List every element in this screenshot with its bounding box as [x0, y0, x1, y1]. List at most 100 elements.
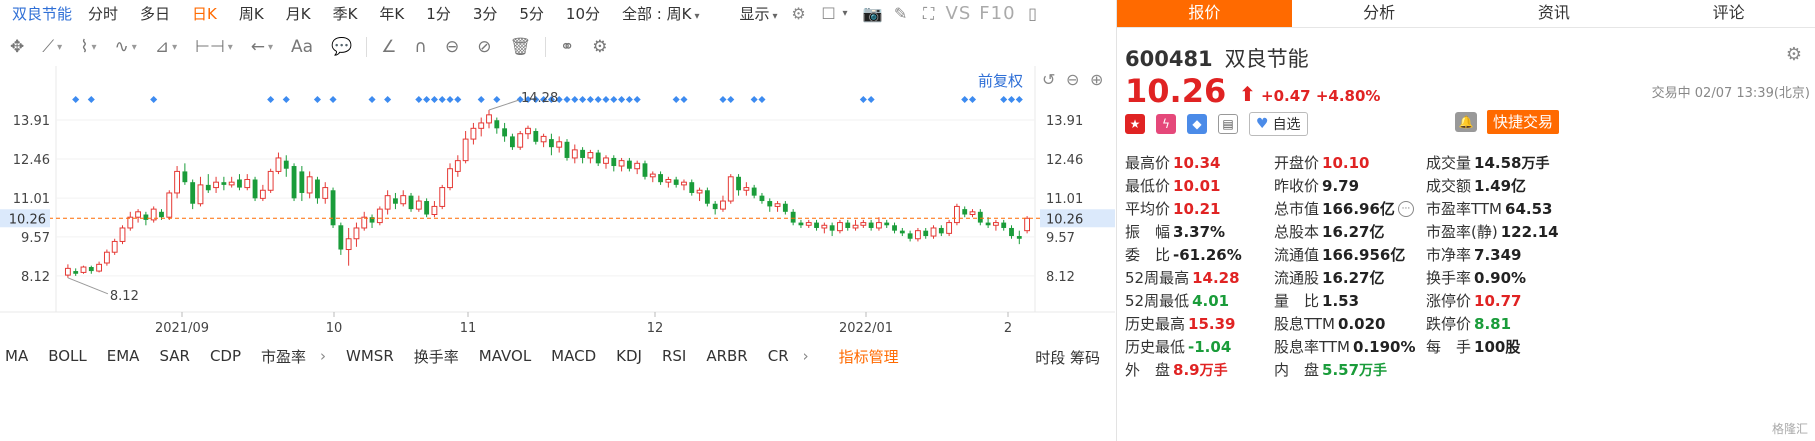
candle-body-up: [525, 127, 531, 135]
stats-row: 52周最低 4.01 量 比 1.53 涨停价 10.77: [1125, 289, 1815, 312]
indicator-item[interactable]: RSI: [662, 347, 686, 365]
magnet-icon[interactable]: ∩: [415, 37, 427, 57]
stat-label: 外 盘: [1125, 361, 1171, 379]
divider: [366, 37, 368, 57]
trash-icon[interactable]: 🗑: [509, 37, 531, 57]
chevron-right-icon[interactable]: ›: [803, 347, 809, 365]
zoom-in-icon[interactable]: ⊕: [1090, 70, 1103, 89]
polyline-tool-icon[interactable]: ⌇ ▾: [80, 37, 96, 57]
candle-body-down: [393, 198, 398, 204]
indicator-item[interactable]: EMA: [107, 347, 140, 365]
stat-value: -1.04: [1188, 337, 1232, 356]
angle-tool-icon[interactable]: ∠: [381, 37, 396, 57]
crosshair-move-icon[interactable]: ✥: [10, 37, 24, 57]
stat-label: 总股本: [1274, 223, 1320, 241]
period-tab[interactable]: 周K: [239, 3, 264, 24]
stat-cell: 总股本 16.27亿: [1274, 221, 1426, 242]
wave-tool-icon[interactable]: ∿ ▾: [115, 37, 137, 57]
tag-icon[interactable]: ◆: [1187, 114, 1207, 134]
quick-trade-button[interactable]: 快捷交易: [1487, 110, 1559, 134]
vs-button[interactable]: VS: [946, 3, 972, 24]
stat-label: 换手率: [1426, 269, 1472, 287]
candle-body-up: [361, 216, 368, 229]
candle-body-down: [814, 222, 819, 228]
more-icon[interactable]: ···: [1397, 200, 1414, 217]
bell-icon[interactable]: 🔔: [1455, 112, 1477, 132]
x-tick-label: 2022/01: [839, 321, 893, 336]
draw-settings-gear-icon[interactable]: ⚙: [592, 37, 607, 57]
period-tab[interactable]: 10分: [566, 3, 600, 24]
candle-body-down: [985, 222, 991, 226]
comment-icon[interactable]: 💬: [331, 37, 352, 57]
kline-svg[interactable]: 13.91 13.91 12.46 12.46 11.01 11.01 9.57 9.57 8.…: [0, 66, 1115, 336]
display-select[interactable]: 显示 ▾: [739, 3, 777, 24]
hide-icon[interactable]: ⊘: [477, 37, 491, 57]
indicator-item[interactable]: WMSR: [346, 347, 394, 365]
indicator-item[interactable]: 换手率: [414, 346, 459, 367]
candle-body-up: [135, 211, 142, 218]
stat-cell: 涨停价 10.77: [1426, 290, 1596, 311]
candle-body-up: [727, 176, 734, 202]
indicator-item[interactable]: KDJ: [616, 347, 642, 365]
add-watchlist-button[interactable]: ♥ 自选: [1249, 112, 1308, 136]
indicator-item[interactable]: MAVOL: [479, 347, 531, 365]
settings-gear-icon[interactable]: ⚙: [788, 3, 810, 25]
fib-tool-icon[interactable]: ⊿ ▾: [155, 37, 177, 57]
candle-body-down: [494, 120, 500, 129]
indicator-item[interactable]: MACD: [551, 347, 596, 365]
period-tab[interactable]: 1分: [426, 3, 451, 24]
period-tab[interactable]: 多日: [140, 3, 170, 24]
fullscreen-icon[interactable]: ⛶: [918, 3, 940, 25]
arrow-tool-icon[interactable]: ← ▾: [251, 37, 273, 57]
kline-chart[interactable]: 13.91 13.91 12.46 12.46 11.01 11.01 9.57 9.57 8.…: [0, 66, 1115, 336]
range-select[interactable]: 全部 : 周K ▾: [622, 3, 699, 24]
notes-icon[interactable]: ▤: [1218, 114, 1238, 134]
period-tab[interactable]: 3分: [473, 3, 498, 24]
period-tab[interactable]: 季K: [333, 3, 358, 24]
reset-icon[interactable]: ↺: [1042, 70, 1055, 89]
period-tab[interactable]: 分时: [88, 3, 118, 24]
candle-body-down: [1016, 236, 1022, 239]
quote-tab[interactable]: 分析: [1292, 0, 1467, 27]
candle-body-up: [556, 141, 563, 148]
indicator-item[interactable]: BOLL: [48, 347, 87, 365]
candle-body-down: [564, 141, 570, 158]
indicator-item[interactable]: CDP: [210, 347, 241, 365]
indicator-item[interactable]: CR: [768, 347, 789, 365]
candle-body-down: [892, 225, 897, 231]
period-tab[interactable]: 日K: [192, 3, 217, 24]
margin-trading-icon[interactable]: ϟ: [1156, 114, 1176, 134]
timing-chip-tabs[interactable]: 时段 筹码: [1035, 347, 1100, 368]
text-tool[interactable]: Aa: [291, 37, 313, 57]
camera-icon[interactable]: 📷: [862, 3, 884, 25]
lock-cycle-icon[interactable]: ⊖: [445, 37, 459, 57]
link-icon[interactable]: ⚭: [560, 37, 574, 57]
fuquan-button[interactable]: 前复权: [978, 70, 1023, 91]
quote-settings-gear-icon[interactable]: ⚙: [1786, 44, 1802, 65]
zoom-out-icon[interactable]: ⊖: [1066, 70, 1079, 89]
stat-cell: 最低价 10.01: [1125, 175, 1274, 196]
period-tab[interactable]: 5分: [519, 3, 544, 24]
indicator-manage-button[interactable]: 指标管理: [839, 346, 899, 367]
quote-tab[interactable]: 报价: [1117, 0, 1292, 27]
quote-tab[interactable]: 资讯: [1467, 0, 1642, 27]
indicator-item[interactable]: MA: [5, 347, 28, 365]
indicator-item[interactable]: ARBR: [706, 347, 747, 365]
indicator-item[interactable]: SAR: [159, 347, 189, 365]
measure-tool-icon[interactable]: ⊢⊣ ▾: [195, 37, 233, 57]
quote-tab[interactable]: 评论: [1641, 0, 1815, 27]
stock-name-tab[interactable]: 双良节能: [12, 3, 72, 24]
sidebar-toggle-icon[interactable]: ▯: [1022, 3, 1044, 25]
square-outline-icon[interactable]: ☐: [818, 3, 840, 25]
pencil-icon[interactable]: ✎: [890, 3, 912, 25]
chevron-right-icon[interactable]: ›: [320, 347, 326, 365]
indicator-item[interactable]: 市盈率: [261, 346, 306, 367]
stat-value: 166.96亿: [1322, 200, 1395, 218]
period-tab[interactable]: 月K: [286, 3, 311, 24]
candle-body-up: [478, 122, 485, 129]
f10-button[interactable]: F10: [979, 3, 1015, 24]
candle-body-up: [119, 227, 126, 242]
price-change: ⬆ +0.47 +4.80%: [1239, 82, 1380, 106]
period-tab[interactable]: 年K: [379, 3, 404, 24]
line-tool-icon[interactable]: ⟋ ▾: [42, 37, 62, 57]
